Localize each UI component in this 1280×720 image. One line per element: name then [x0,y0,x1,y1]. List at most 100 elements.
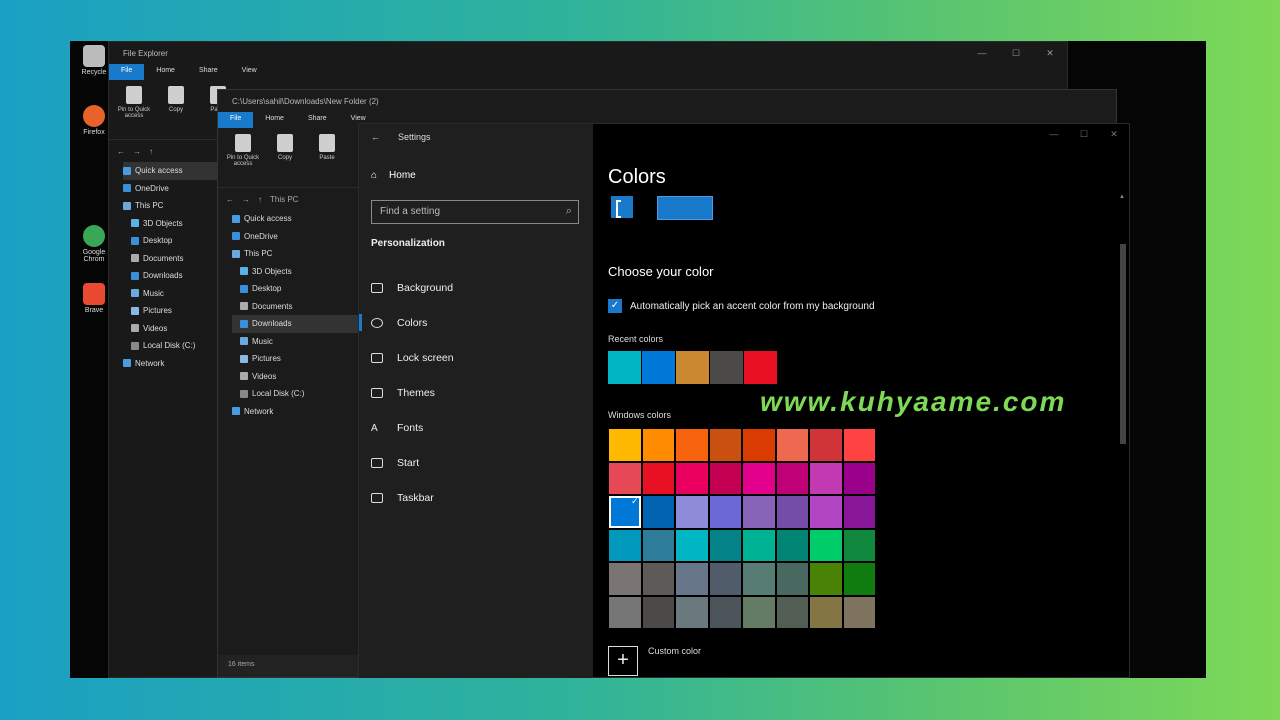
back-arrow-icon[interactable]: ← [371,132,380,142]
maximize-button[interactable]: ☐ [1069,124,1099,144]
minimize-button[interactable]: — [1039,124,1069,144]
pin-button[interactable]: Pin to Quick access [117,86,151,133]
color-swatch[interactable] [775,495,809,529]
tab-file[interactable]: File [109,64,145,80]
color-swatch[interactable] [708,461,742,495]
color-swatch[interactable] [842,495,876,529]
forward-icon[interactable]: → [133,147,141,156]
color-swatch[interactable] [708,528,742,562]
color-swatch[interactable] [608,595,642,629]
recent-color-swatch[interactable] [608,351,641,384]
minimize-button[interactable]: — [965,42,999,64]
color-swatch[interactable] [842,595,876,629]
color-swatch[interactable] [641,595,675,629]
color-swatch[interactable] [742,528,776,562]
pin-button[interactable]: Pin to Quick access [226,134,260,181]
color-swatch[interactable] [775,461,809,495]
scrollbar[interactable]: ▲ [1119,194,1127,664]
color-swatch[interactable] [608,495,642,529]
color-swatch[interactable] [842,428,876,462]
color-swatch[interactable] [742,461,776,495]
color-swatch[interactable] [675,428,709,462]
auto-pick-checkbox[interactable]: ✓ Automatically pick an accent color fro… [608,299,875,313]
recent-color-swatch[interactable] [710,351,743,384]
color-swatch[interactable] [675,595,709,629]
search-input[interactable]: Find a setting ⌕ [371,200,579,224]
color-swatch[interactable] [775,428,809,462]
forward-icon[interactable]: → [242,195,250,204]
scroll-thumb[interactable] [1120,244,1126,444]
nav-item-themes[interactable]: Themes [359,375,593,410]
color-swatch[interactable] [641,528,675,562]
color-swatch[interactable] [742,428,776,462]
desktop-icon-firefox[interactable]: Firefox [76,105,112,136]
tab-share[interactable]: Share [296,112,339,128]
color-swatch[interactable] [809,562,843,596]
color-swatch[interactable] [842,461,876,495]
desktop-icon-brave[interactable]: Brave [76,283,112,314]
color-swatch[interactable] [775,595,809,629]
recent-color-swatch[interactable] [642,351,675,384]
color-swatch[interactable] [608,562,642,596]
close-button[interactable]: ✕ [1099,124,1129,144]
color-swatch[interactable] [641,461,675,495]
recent-color-swatch[interactable] [744,351,777,384]
color-swatch[interactable] [641,428,675,462]
up-icon[interactable]: ↑ [149,147,153,156]
color-swatch[interactable] [608,528,642,562]
color-swatch[interactable] [742,495,776,529]
settings-sidebar: ← Settings ⌂ Home Find a setting ⌕ Perso… [359,124,593,678]
color-swatch[interactable] [675,495,709,529]
scroll-up-icon[interactable]: ▲ [1119,194,1125,200]
color-swatch[interactable] [708,595,742,629]
desktop-icon-chrome[interactable]: Google Chrom [76,225,112,263]
nav-item-start[interactable]: Start [359,445,593,480]
color-swatch[interactable] [675,461,709,495]
copy-button[interactable]: Copy [159,86,193,133]
tree-item-label: 3D Objects [252,266,292,276]
copy-button[interactable]: Copy [268,134,302,181]
back-icon[interactable]: ← [117,147,125,156]
color-swatch[interactable] [742,595,776,629]
nav-item-colors[interactable]: Colors [359,305,593,340]
color-swatch[interactable] [809,428,843,462]
color-swatch[interactable] [809,495,843,529]
nav-item-taskbar[interactable]: Taskbar [359,480,593,515]
color-swatch[interactable] [842,528,876,562]
up-icon[interactable]: ↑ [258,195,262,204]
nav-item-fonts[interactable]: A Fonts [359,410,593,445]
color-swatch[interactable] [608,428,642,462]
color-swatch[interactable] [742,562,776,596]
maximize-button[interactable]: ☐ [999,42,1033,64]
tab-share[interactable]: Share [187,64,230,80]
color-swatch[interactable] [708,562,742,596]
color-swatch[interactable] [708,495,742,529]
color-swatch[interactable] [641,562,675,596]
desktop-icon-recycle[interactable]: Recycle [76,45,112,76]
color-swatch[interactable] [809,595,843,629]
custom-color-button[interactable]: + Custom color [608,646,701,676]
color-swatch[interactable] [809,528,843,562]
color-swatch[interactable] [842,562,876,596]
tree-item-label: Pictures [252,354,281,363]
recent-color-swatch[interactable] [676,351,709,384]
color-swatch[interactable] [775,528,809,562]
color-swatch[interactable] [641,495,675,529]
address-bar[interactable]: This PC [270,195,298,204]
back-icon[interactable]: ← [226,195,234,204]
color-swatch[interactable] [675,528,709,562]
color-swatch[interactable] [608,461,642,495]
tab-file[interactable]: File [218,112,254,128]
nav-item-background[interactable]: Background [359,270,593,305]
tab-view[interactable]: View [230,64,269,80]
tab-home[interactable]: Home [144,64,187,80]
tab-home[interactable]: Home [253,112,296,128]
color-swatch[interactable] [708,428,742,462]
close-button[interactable]: ✕ [1033,42,1067,64]
paste-button[interactable]: Paste [310,134,344,181]
color-swatch[interactable] [775,562,809,596]
home-link[interactable]: ⌂ Home [371,170,416,181]
nav-item-lock-screen[interactable]: Lock screen [359,340,593,375]
color-swatch[interactable] [809,461,843,495]
color-swatch[interactable] [675,562,709,596]
